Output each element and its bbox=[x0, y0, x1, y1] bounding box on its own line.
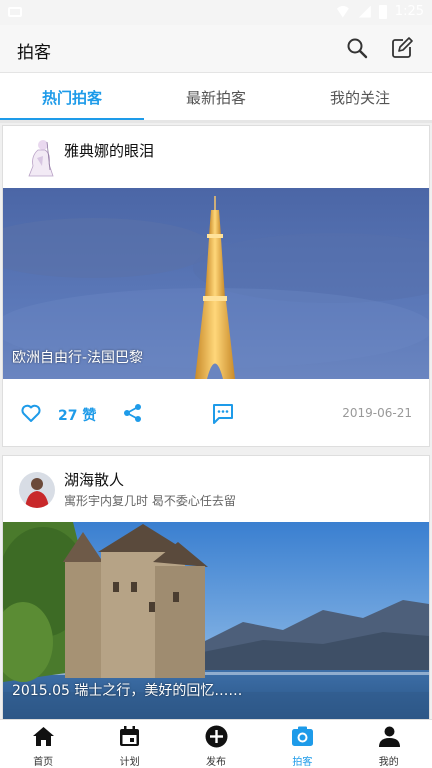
nav-item-home[interactable]: 首页 bbox=[0, 720, 86, 768]
tab-following[interactable]: 我的关注 bbox=[288, 73, 432, 121]
post-date: 2019-06-21 bbox=[342, 406, 412, 420]
add-icon bbox=[205, 725, 228, 748]
avatar-image bbox=[19, 472, 55, 508]
like-count[interactable]: 27 赞 bbox=[58, 405, 96, 425]
nav-item-plan[interactable]: 计划 bbox=[86, 720, 172, 768]
post-caption: 2015.05 瑞士之行，美好的回忆…… bbox=[12, 683, 243, 699]
notification-icon bbox=[8, 7, 22, 17]
nav-item-paike[interactable]: 拍客 bbox=[259, 720, 345, 768]
status-time: 1:25 bbox=[394, 4, 424, 19]
bottom-nav: 首页 计划 发布 拍客 我的 bbox=[0, 719, 432, 768]
camera-icon bbox=[292, 726, 314, 746]
edit-icon[interactable] bbox=[391, 37, 413, 59]
page-title: 拍客 bbox=[17, 43, 51, 63]
avatar[interactable] bbox=[19, 472, 55, 508]
nav-label: 首页 bbox=[33, 757, 54, 768]
tab-bar: 热门拍客 最新拍客 我的关注 bbox=[0, 72, 432, 121]
avatar[interactable] bbox=[23, 136, 57, 178]
comment-icon[interactable] bbox=[212, 403, 234, 424]
share-icon[interactable] bbox=[123, 403, 143, 423]
nav-item-publish[interactable]: 发布 bbox=[173, 720, 259, 768]
post-caption: 欧洲自由行-法国巴黎 bbox=[12, 350, 144, 366]
battery-icon bbox=[378, 4, 387, 19]
status-icons: 1:25 bbox=[334, 4, 424, 19]
person-icon bbox=[378, 726, 400, 747]
author-name[interactable]: 湖海散人 bbox=[64, 469, 124, 490]
home-icon bbox=[33, 727, 54, 746]
wifi-icon bbox=[334, 5, 351, 18]
post-card[interactable]: 湖海散人 寓形宇内复几时 曷不委心任去留 2015.05 瑞士之行，美好的回忆…… bbox=[2, 455, 430, 719]
post-actions: 27 赞 2019-06-21 bbox=[3, 379, 429, 446]
post-photo[interactable]: 欧洲自由行-法国巴黎 bbox=[3, 188, 429, 379]
tab-latest[interactable]: 最新拍客 bbox=[144, 73, 288, 121]
feed-list[interactable]: 雅典娜的眼泪 欧洲自由行-法国巴黎 27 赞 2019-06-21 湖海散人 寓… bbox=[0, 123, 432, 719]
nav-label: 发布 bbox=[205, 757, 226, 768]
author-name[interactable]: 雅典娜的眼泪 bbox=[64, 140, 154, 161]
post-card[interactable]: 雅典娜的眼泪 欧洲自由行-法国巴黎 27 赞 2019-06-21 bbox=[2, 125, 430, 447]
nav-label: 拍客 bbox=[292, 757, 313, 768]
tab-hot[interactable]: 热门拍客 bbox=[0, 73, 144, 121]
status-bar: 1:25 bbox=[0, 0, 432, 25]
calendar-icon bbox=[120, 726, 140, 746]
app-bar: 拍客 bbox=[0, 25, 432, 72]
post-photo[interactable]: 2015.05 瑞士之行，美好的回忆…… bbox=[3, 522, 429, 719]
nav-label: 我的 bbox=[378, 757, 399, 768]
nav-label: 计划 bbox=[119, 757, 140, 768]
search-icon[interactable] bbox=[346, 37, 368, 59]
nav-item-mine[interactable]: 我的 bbox=[346, 720, 432, 768]
signal-icon bbox=[358, 5, 371, 18]
author-bio: 寓形宇内复几时 曷不委心任去留 bbox=[64, 494, 236, 508]
heart-icon[interactable] bbox=[21, 404, 41, 422]
